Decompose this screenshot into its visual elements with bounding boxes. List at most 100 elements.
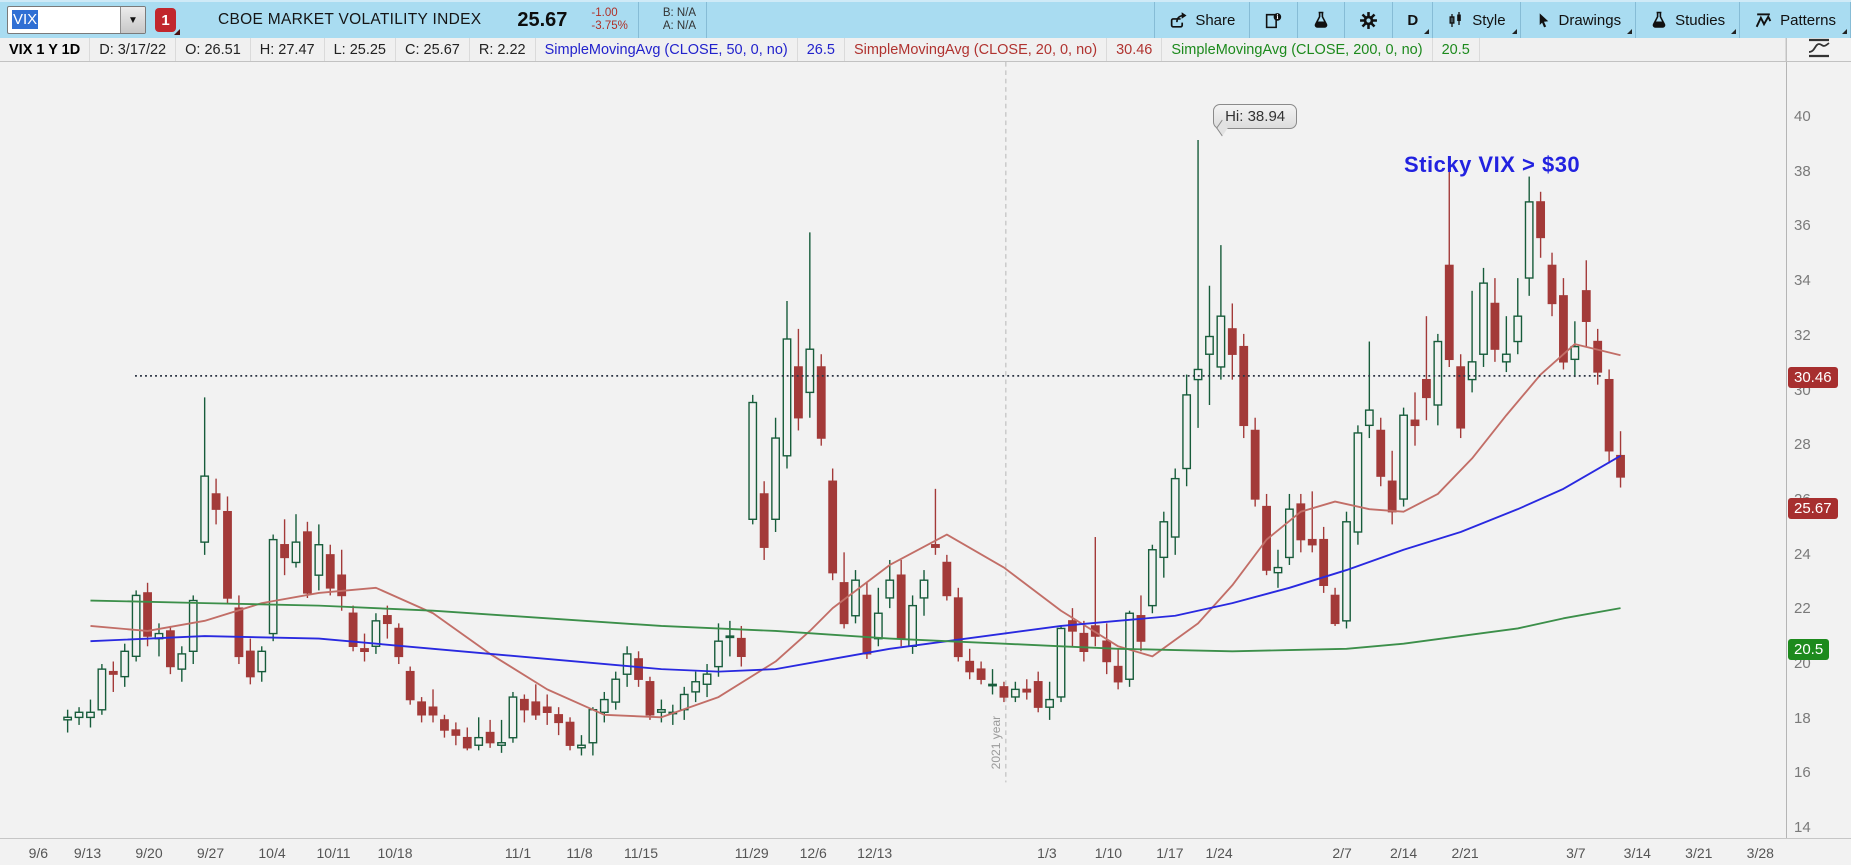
candle-body: [325, 554, 335, 589]
candle-body: [873, 612, 883, 640]
flask-icon: [1312, 11, 1330, 29]
alert-count-badge[interactable]: 1: [155, 8, 180, 35]
candle-body: [999, 686, 1009, 698]
plot-bottom-border: [0, 838, 1851, 839]
study-sma200-value: 20.5: [1433, 38, 1480, 61]
candle-body: [257, 650, 267, 673]
bid-ask: B: N/A A: N/A: [653, 7, 706, 33]
toolbar-right-group: Share i D Style Drawings Studies Pattern…: [1154, 2, 1851, 38]
candle-body: [748, 401, 758, 520]
drawings-menu[interactable]: Drawings: [1521, 2, 1636, 38]
date-tick-label: 11/15: [624, 845, 658, 861]
candle-body: [1284, 508, 1294, 559]
candle-body: [1501, 353, 1511, 363]
studies-menu[interactable]: Studies: [1636, 2, 1739, 38]
candlestick-chart[interactable]: 2021 year: [0, 62, 1851, 865]
bar-close: C: 25.67: [396, 38, 470, 61]
date-tick-label: 1/10: [1094, 845, 1123, 861]
candle-body: [782, 338, 792, 457]
bar-open: O: 26.51: [176, 38, 251, 61]
candle-body: [1147, 549, 1157, 607]
toolbar-separator: [706, 2, 708, 38]
chart-settings-button[interactable]: [1345, 2, 1392, 38]
date-tick-label: 3/14: [1623, 845, 1651, 861]
candle-body: [1513, 315, 1523, 343]
date-tick-label: 1/24: [1205, 845, 1233, 861]
candle-body: [131, 594, 141, 658]
symbol-input[interactable]: VIX ▼: [7, 6, 146, 34]
candle-body: [1170, 477, 1180, 538]
high-value-text: Hi: 38.94: [1225, 108, 1286, 125]
candle-body: [611, 678, 621, 703]
candle-body: [394, 627, 404, 658]
candle-body: [622, 653, 632, 675]
study-sma20-label[interactable]: SimpleMovingAvg (CLOSE, 20, 0, no): [845, 38, 1108, 61]
timeframe-menu[interactable]: D: [1393, 2, 1432, 38]
candle-body: [988, 683, 997, 687]
candle-body: [725, 635, 735, 639]
candle-body: [382, 615, 392, 625]
study-sma200-label[interactable]: SimpleMovingAvg (CLOSE, 200, 0, no): [1162, 38, 1433, 61]
style-label: Style: [1472, 11, 1506, 29]
candle-body: [1376, 429, 1386, 477]
year-divider: 2021 year: [989, 62, 1007, 783]
candle-body: [839, 582, 849, 625]
bar-date: D: 3/17/22: [90, 38, 177, 61]
quick-study-button[interactable]: [1298, 2, 1344, 38]
candle-body: [588, 708, 598, 744]
patterns-menu[interactable]: Patterns: [1740, 2, 1850, 38]
flask-icon: [1650, 11, 1668, 29]
date-tick-label: 11/29: [734, 845, 769, 861]
gear-icon: [1359, 11, 1378, 30]
candle-body: [1102, 640, 1112, 663]
symbol-dropdown-button[interactable]: ▼: [120, 7, 145, 33]
timeframe-label: D: [1407, 11, 1419, 29]
date-tick-label: 1/17: [1156, 845, 1184, 861]
share-label: Share: [1195, 11, 1236, 29]
candle-body: [1022, 688, 1032, 693]
date-tick-label: 1/3: [1037, 845, 1057, 861]
date-tick-label: 11/8: [566, 845, 593, 861]
report-icon: i: [1264, 11, 1283, 30]
trading-app-window: VIX ▼ 1 CBOE MARKET VOLATILITY INDEX 25.…: [0, 0, 1851, 865]
candle-body: [200, 475, 210, 543]
symbol-input-text[interactable]: VIX: [8, 7, 120, 33]
sticky-vix-annotation[interactable]: Sticky VIX > $30: [1404, 152, 1580, 178]
candle-body: [485, 731, 495, 744]
candle-body: [656, 708, 666, 713]
candle-body: [565, 721, 575, 746]
candle-body: [1604, 378, 1614, 452]
chart-report-button[interactable]: i: [1250, 2, 1297, 38]
share-button[interactable]: Share: [1155, 2, 1249, 38]
candle-body: [862, 594, 872, 655]
date-tick-label: 3/21: [1685, 845, 1713, 861]
status-bar-filler: [1480, 38, 1786, 61]
candle-body: [542, 706, 552, 713]
candle-body: [108, 670, 118, 675]
svg-text:2021 year: 2021 year: [989, 716, 1003, 770]
candle-body: [577, 744, 586, 749]
candle-body: [86, 711, 95, 719]
candle-body: [1570, 345, 1580, 361]
study-sma50-label[interactable]: SimpleMovingAvg (CLOSE, 50, 0, no): [536, 38, 798, 61]
candle-body: [1296, 503, 1306, 541]
candle-body: [1227, 328, 1237, 355]
candle-body: [1422, 378, 1431, 399]
price-tick-label: 40: [1794, 108, 1811, 125]
date-tick-label: 9/27: [196, 845, 225, 861]
alert-count: 1: [161, 11, 170, 29]
date-tick-label: 11/1: [504, 845, 532, 861]
chart-mode-button[interactable]: [1786, 38, 1851, 61]
date-tick-label: 3/28: [1746, 845, 1774, 861]
curve-mode-icon: [1806, 37, 1832, 63]
candle-body: [462, 736, 472, 749]
style-menu[interactable]: Style: [1433, 2, 1519, 38]
date-tick-label: 9/20: [135, 845, 163, 861]
chart-canvas[interactable]: 2021 year 4038363432302826242220181614 9…: [0, 62, 1851, 865]
candle-body: [234, 607, 244, 658]
candle-body: [177, 653, 187, 670]
candle-body: [942, 561, 952, 597]
candle-body: [188, 599, 198, 652]
ask-value: A: N/A: [662, 20, 697, 32]
candle-body: [1033, 681, 1043, 708]
